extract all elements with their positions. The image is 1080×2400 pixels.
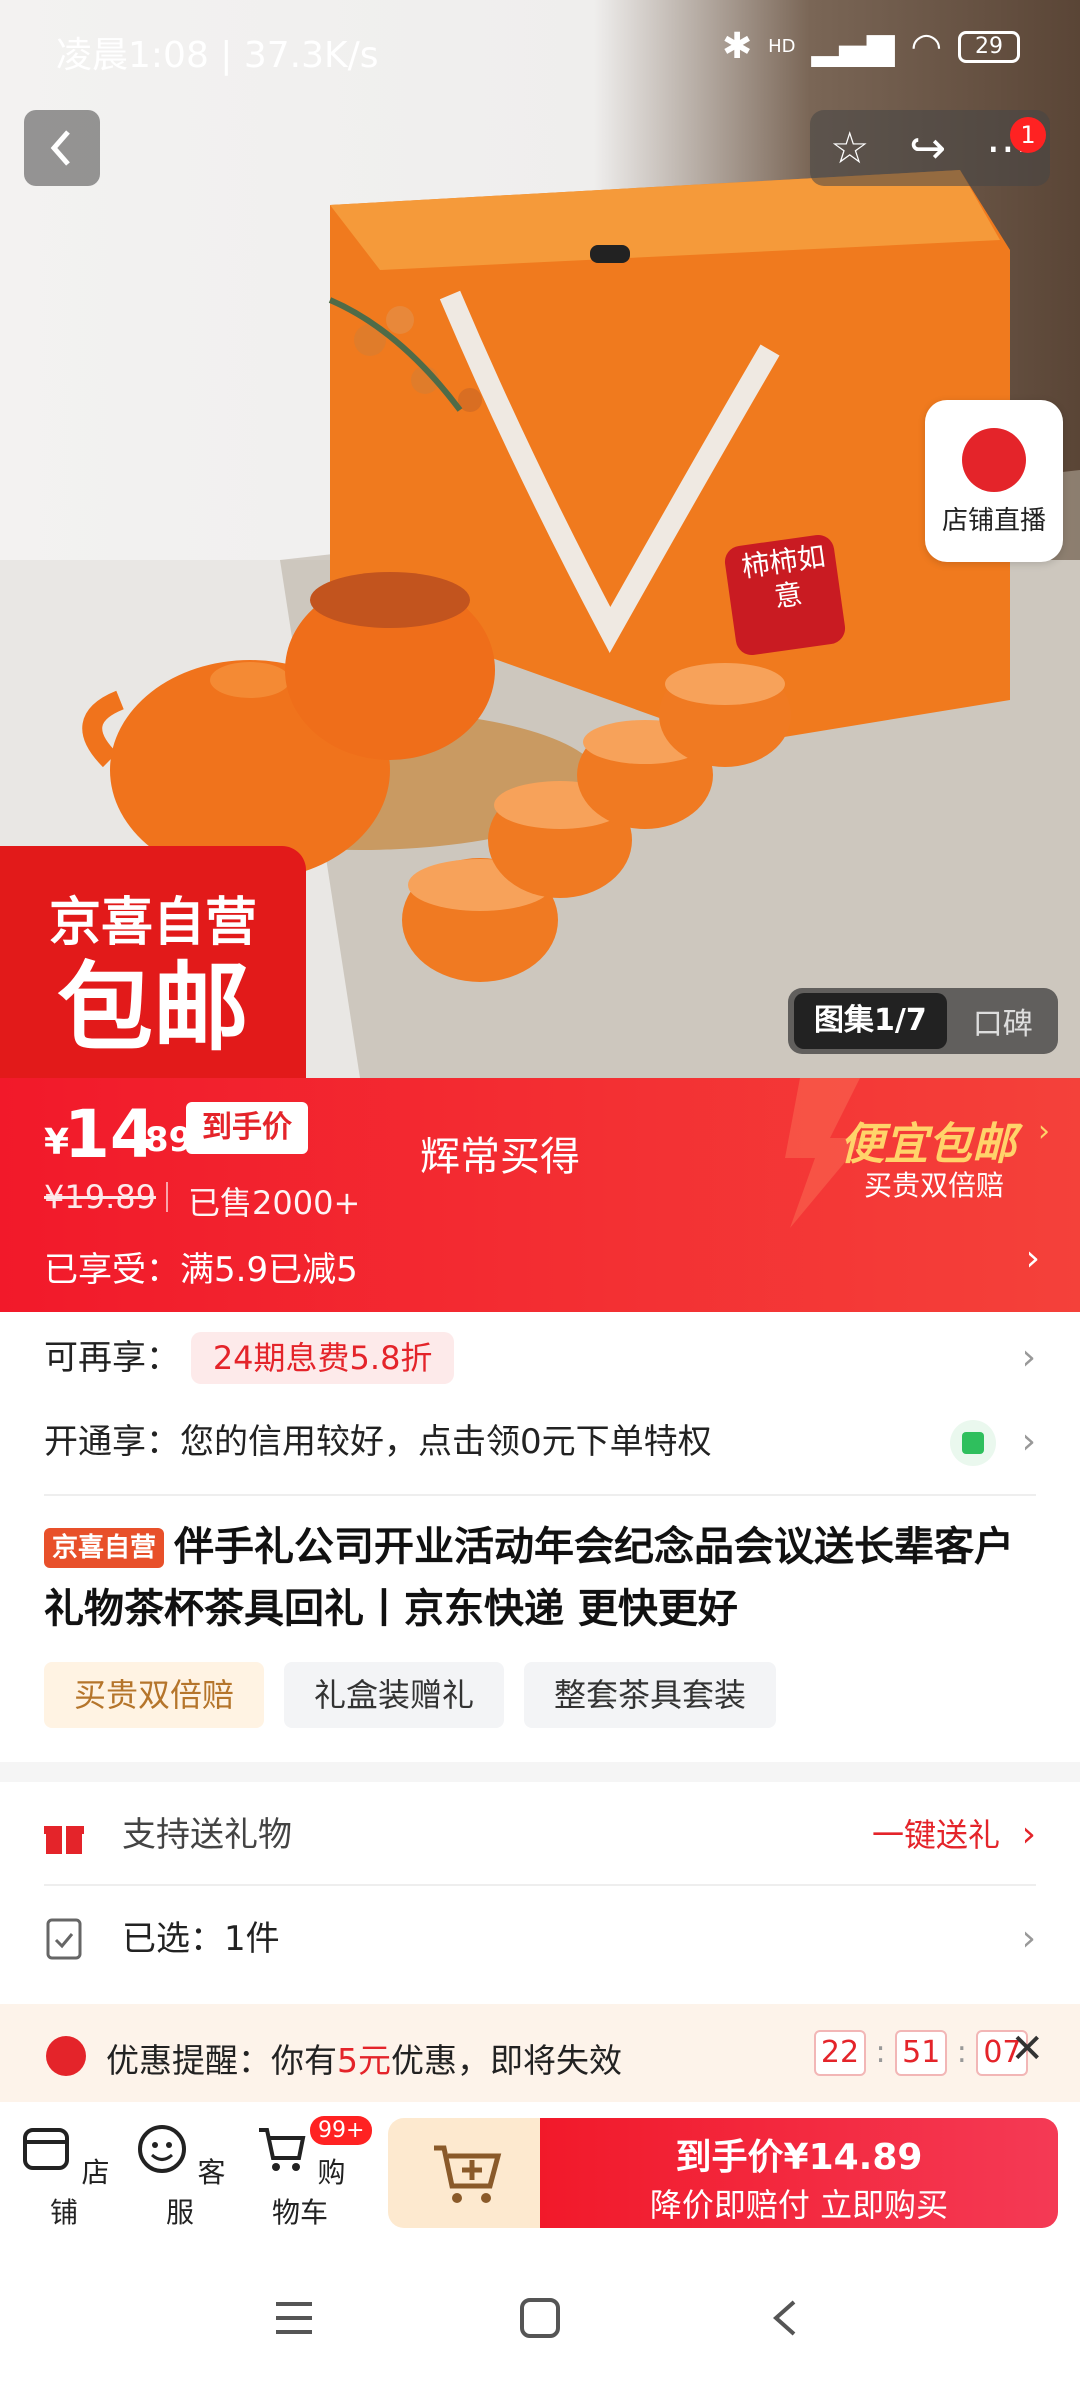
customer-service-tab[interactable]: 客服 — [130, 2122, 230, 2231]
shopping-bag-icon — [950, 1420, 996, 1466]
home-icon[interactable] — [518, 2296, 562, 2340]
title-text: 伴手礼公司开业活动年会纪念品会议送长辈客户礼物茶杯茶具回礼丨京东快递 更快更好 — [44, 1524, 1015, 1632]
cart-icon — [258, 2128, 305, 2171]
countdown-timer: 22 : 51 : 07 — [814, 2030, 1029, 2076]
deal-subtitle: 买贵双倍赔 — [864, 1169, 1005, 1202]
gift-row[interactable]: 支持送礼物 一键送礼 › — [44, 1800, 1036, 1870]
store-live-label: 店铺直播 — [941, 506, 1046, 536]
installment-pill: 24期息费5.8折 — [190, 1332, 455, 1384]
credit-privilege-row[interactable]: 开通享：您的信用较好，点击领0元下单特权 › — [44, 1412, 1036, 1472]
installment-row[interactable]: 可再享： 24期息费5.8折 › — [44, 1324, 1036, 1392]
wifi-icon: ◠ — [910, 26, 942, 67]
status-time-speed: 凌晨1:08 | 37.3K/s — [56, 35, 379, 76]
countdown-hours: 22 — [814, 2030, 866, 2076]
chevron-right-icon: › — [1021, 1337, 1036, 1378]
gift-label: 支持送礼物 — [122, 1815, 292, 1855]
divider — [44, 1494, 1036, 1496]
seal-text: 柿柿如意 — [739, 539, 828, 614]
tag-item[interactable]: 整套茶具套装 — [524, 1662, 777, 1728]
gallery-switch[interactable]: 图集1/7 口碑 — [788, 988, 1058, 1054]
store-icon — [22, 2128, 69, 2170]
add-cart-icon — [434, 2145, 502, 2203]
store-live-button[interactable]: 店铺直播 — [925, 400, 1063, 562]
bottom-action-bar: 店铺 客服 99+ 购物车 到手价¥14.89 降价即赔付 立即购买 — [0, 2102, 1080, 2248]
cart-tab[interactable]: 99+ 购物车 — [250, 2116, 373, 2231]
tag-list: 买贵双倍赔 礼盒装赠礼 整套茶具套装 — [44, 1662, 777, 1728]
store-tab[interactable]: 店铺 — [14, 2122, 114, 2231]
countdown-separator: : — [956, 2035, 967, 2070]
discount-enjoyed: 已享受：满5.9已减5 — [44, 1250, 358, 1290]
back-icon[interactable] — [766, 2296, 806, 2340]
original-price: ¥19.89 — [44, 1178, 156, 1216]
tab-gallery[interactable]: 图集1/7 — [794, 993, 947, 1049]
share-icon[interactable]: ↪ — [909, 123, 946, 174]
divider — [44, 1884, 1036, 1886]
chevron-right-icon: › — [1021, 1918, 1036, 1959]
tag-item[interactable]: 礼盒装赠礼 — [284, 1662, 505, 1728]
promo-badge: 京喜自营 包邮 — [0, 846, 306, 1078]
chevron-right-icon: › — [1021, 1421, 1036, 1462]
cart-badge: 99+ — [310, 2116, 373, 2145]
signal-icon: ▂▄▆ — [811, 26, 895, 67]
reminder-suffix: 优惠，即将失效 — [391, 2041, 622, 2080]
section-gap — [0, 1762, 1080, 1782]
product-hero-image[interactable]: 柿柿如意 凌晨1:08 | 37.3K/s ✱ HD ▂▄▆ ◠ 29 ☆ ↪ … — [0, 0, 1080, 1078]
deal-title: 便宜包邮 — [840, 1119, 1016, 1170]
promo-line2: 包邮 — [57, 952, 249, 1064]
title-badge: 京喜自营 — [44, 1528, 165, 1568]
battery-icon: 29 — [958, 30, 1020, 63]
gift-icon — [44, 1826, 84, 1854]
live-icon — [962, 428, 1026, 492]
countdown-minutes: 51 — [895, 2030, 948, 2076]
deal-chevron-icon: › — [1038, 1114, 1050, 1149]
selected-spec-row[interactable]: 已选：1件 › — [44, 1904, 1036, 1974]
top-action-group: ☆ ↪ ⋯ 1 — [810, 110, 1050, 186]
buy-price-text: 到手价¥14.89 — [675, 2137, 923, 2178]
credit-text: 开通享：您的信用较好，点击领0元下单特权 — [44, 1422, 712, 1462]
tag-item[interactable]: 买贵双倍赔 — [44, 1662, 265, 1728]
bluetooth-icon: ✱ — [721, 26, 753, 67]
final-price-tag: 到手价 — [186, 1102, 308, 1154]
add-to-cart-button[interactable] — [388, 2118, 548, 2228]
countdown-separator: : — [875, 2035, 886, 2070]
chevron-right-icon: › — [1021, 1814, 1036, 1855]
alarm-clock-icon — [46, 2036, 86, 2076]
tab-reviews[interactable]: 口碑 — [947, 999, 1033, 1043]
price-banner[interactable]: ¥ 14 .89 到手价 辉常买得 ¥19.89 已售2000+ 已享受：满5.… — [0, 1078, 1080, 1312]
installment-label: 可再享： — [44, 1338, 180, 1378]
promo-line1: 京喜自营 — [48, 893, 257, 953]
sold-count: 已售2000+ — [188, 1184, 361, 1222]
product-title: 京喜自营 伴手礼公司开业活动年会纪念品会议送长辈客户礼物茶杯茶具回礼丨京东快递 更… — [44, 1516, 1036, 1640]
coupon-reminder-bar[interactable]: 优惠提醒：你有5元优惠，即将失效 22 : 51 : 07 ✕ — [0, 2004, 1080, 2102]
price-slogan: 辉常买得 — [420, 1134, 580, 1180]
reminder-text: 优惠提醒：你有5元优惠，即将失效 — [106, 2034, 622, 2082]
menu-icon[interactable] — [272, 2298, 316, 2338]
selected-label: 已选：1件 — [122, 1919, 280, 1959]
buy-now-button[interactable]: 到手价¥14.89 降价即赔付 立即购买 — [540, 2118, 1058, 2228]
one-click-gift-link[interactable]: 一键送礼 — [872, 1800, 1000, 1870]
status-bar: 凌晨1:08 | 37.3K/s ✱ HD ▂▄▆ ◠ 29 — [0, 0, 1080, 96]
spec-list-icon — [46, 1918, 82, 1960]
smiley-service-icon — [137, 2125, 186, 2173]
more-button[interactable]: ⋯ 1 — [986, 116, 1047, 174]
cheap-shipping-deal[interactable]: 便宜包邮 › 买贵双倍赔 — [770, 1078, 1080, 1228]
notification-badge: 1 — [1010, 116, 1047, 153]
reminder-amount: 5元 — [337, 2041, 391, 2080]
price-divider — [166, 1182, 168, 1212]
favorite-star-icon[interactable]: ☆ — [830, 123, 869, 174]
buy-subtext: 降价即赔付 立即购买 — [649, 2186, 949, 2224]
price-decimal: .89 — [132, 1120, 193, 1160]
chevron-right-icon: › — [1025, 1238, 1040, 1279]
reminder-prefix: 优惠提醒：你有 — [106, 2041, 337, 2080]
system-navigation-bar — [0, 2248, 1080, 2400]
chevron-left-icon — [50, 130, 70, 166]
back-button[interactable] — [24, 110, 100, 186]
close-icon[interactable]: ✕ — [1010, 2026, 1044, 2072]
signal-hd-label: HD — [768, 36, 796, 57]
